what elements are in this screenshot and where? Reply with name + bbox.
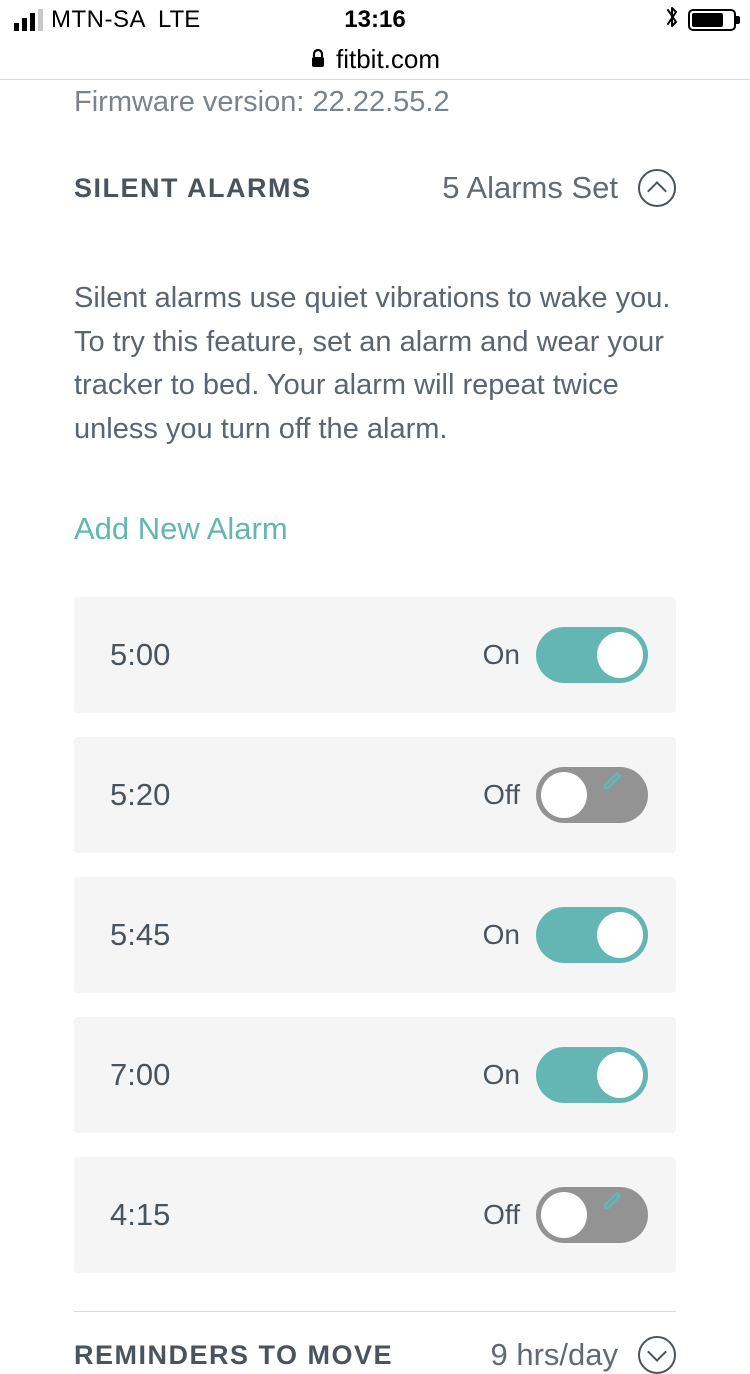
alarm-row[interactable]: 4:15 Off — [74, 1157, 676, 1273]
url-domain: fitbit.com — [336, 44, 440, 75]
reminders-to-move-header[interactable]: REMINDERS TO MOVE 9 hrs/day — [74, 1336, 676, 1374]
collapse-icon[interactable] — [638, 169, 676, 207]
reminders-title: REMINDERS TO MOVE — [74, 1340, 393, 1371]
toggle-knob — [541, 772, 587, 818]
battery-icon — [688, 9, 736, 31]
browser-url-bar[interactable]: fitbit.com — [0, 40, 750, 80]
alarm-time: 4:15 — [110, 1197, 170, 1233]
status-right — [664, 4, 736, 37]
alarm-row[interactable]: 5:45 On — [74, 877, 676, 993]
alarm-time: 5:45 — [110, 917, 170, 953]
alarm-state-label: On — [483, 1059, 520, 1091]
network-type: LTE — [158, 6, 200, 34]
firmware-version: Firmware version: 22.22.55.2 — [74, 86, 676, 119]
edit-icon — [558, 627, 582, 651]
alarms-count: 5 Alarms Set — [442, 170, 618, 206]
toggle-knob — [597, 632, 643, 678]
alarm-row[interactable]: 5:00 On — [74, 597, 676, 713]
alarm-toggle[interactable] — [536, 767, 648, 823]
edit-icon — [558, 907, 582, 931]
cellular-signal-icon — [14, 9, 43, 31]
alarm-row[interactable]: 5:20 Off — [74, 737, 676, 853]
reminders-value: 9 hrs/day — [490, 1337, 618, 1373]
status-left: MTN-SA LTE — [14, 6, 200, 34]
silent-alarms-title: SILENT ALARMS — [74, 173, 312, 204]
carrier-label: MTN-SA — [51, 6, 146, 34]
alarm-state-label: Off — [483, 779, 520, 811]
edit-icon — [602, 767, 626, 791]
alarm-row[interactable]: 7:00 On — [74, 1017, 676, 1133]
alarm-toggle[interactable] — [536, 907, 648, 963]
alarm-state-label: On — [483, 639, 520, 671]
edit-icon — [602, 1187, 626, 1211]
lock-icon — [310, 44, 326, 75]
alarm-toggle[interactable] — [536, 627, 648, 683]
status-time: 13:16 — [344, 6, 405, 34]
alarm-state-label: On — [483, 919, 520, 951]
silent-alarms-header[interactable]: SILENT ALARMS 5 Alarms Set — [74, 169, 676, 207]
silent-alarms-description: Silent alarms use quiet vibrations to wa… — [74, 277, 676, 451]
alarm-toggle[interactable] — [536, 1047, 648, 1103]
alarm-state-label: Off — [483, 1199, 520, 1231]
alarm-time: 5:20 — [110, 777, 170, 813]
toggle-knob — [597, 912, 643, 958]
add-new-alarm-link[interactable]: Add New Alarm — [74, 511, 288, 547]
section-divider — [74, 1311, 676, 1312]
toggle-knob — [597, 1052, 643, 1098]
alarm-time: 5:00 — [110, 637, 170, 673]
expand-icon[interactable] — [638, 1336, 676, 1374]
toggle-knob — [541, 1192, 587, 1238]
alarm-time: 7:00 — [110, 1057, 170, 1093]
edit-icon — [558, 1047, 582, 1071]
alarm-toggle[interactable] — [536, 1187, 648, 1243]
bluetooth-icon — [664, 4, 680, 37]
status-bar: MTN-SA LTE 13:16 — [0, 0, 750, 40]
